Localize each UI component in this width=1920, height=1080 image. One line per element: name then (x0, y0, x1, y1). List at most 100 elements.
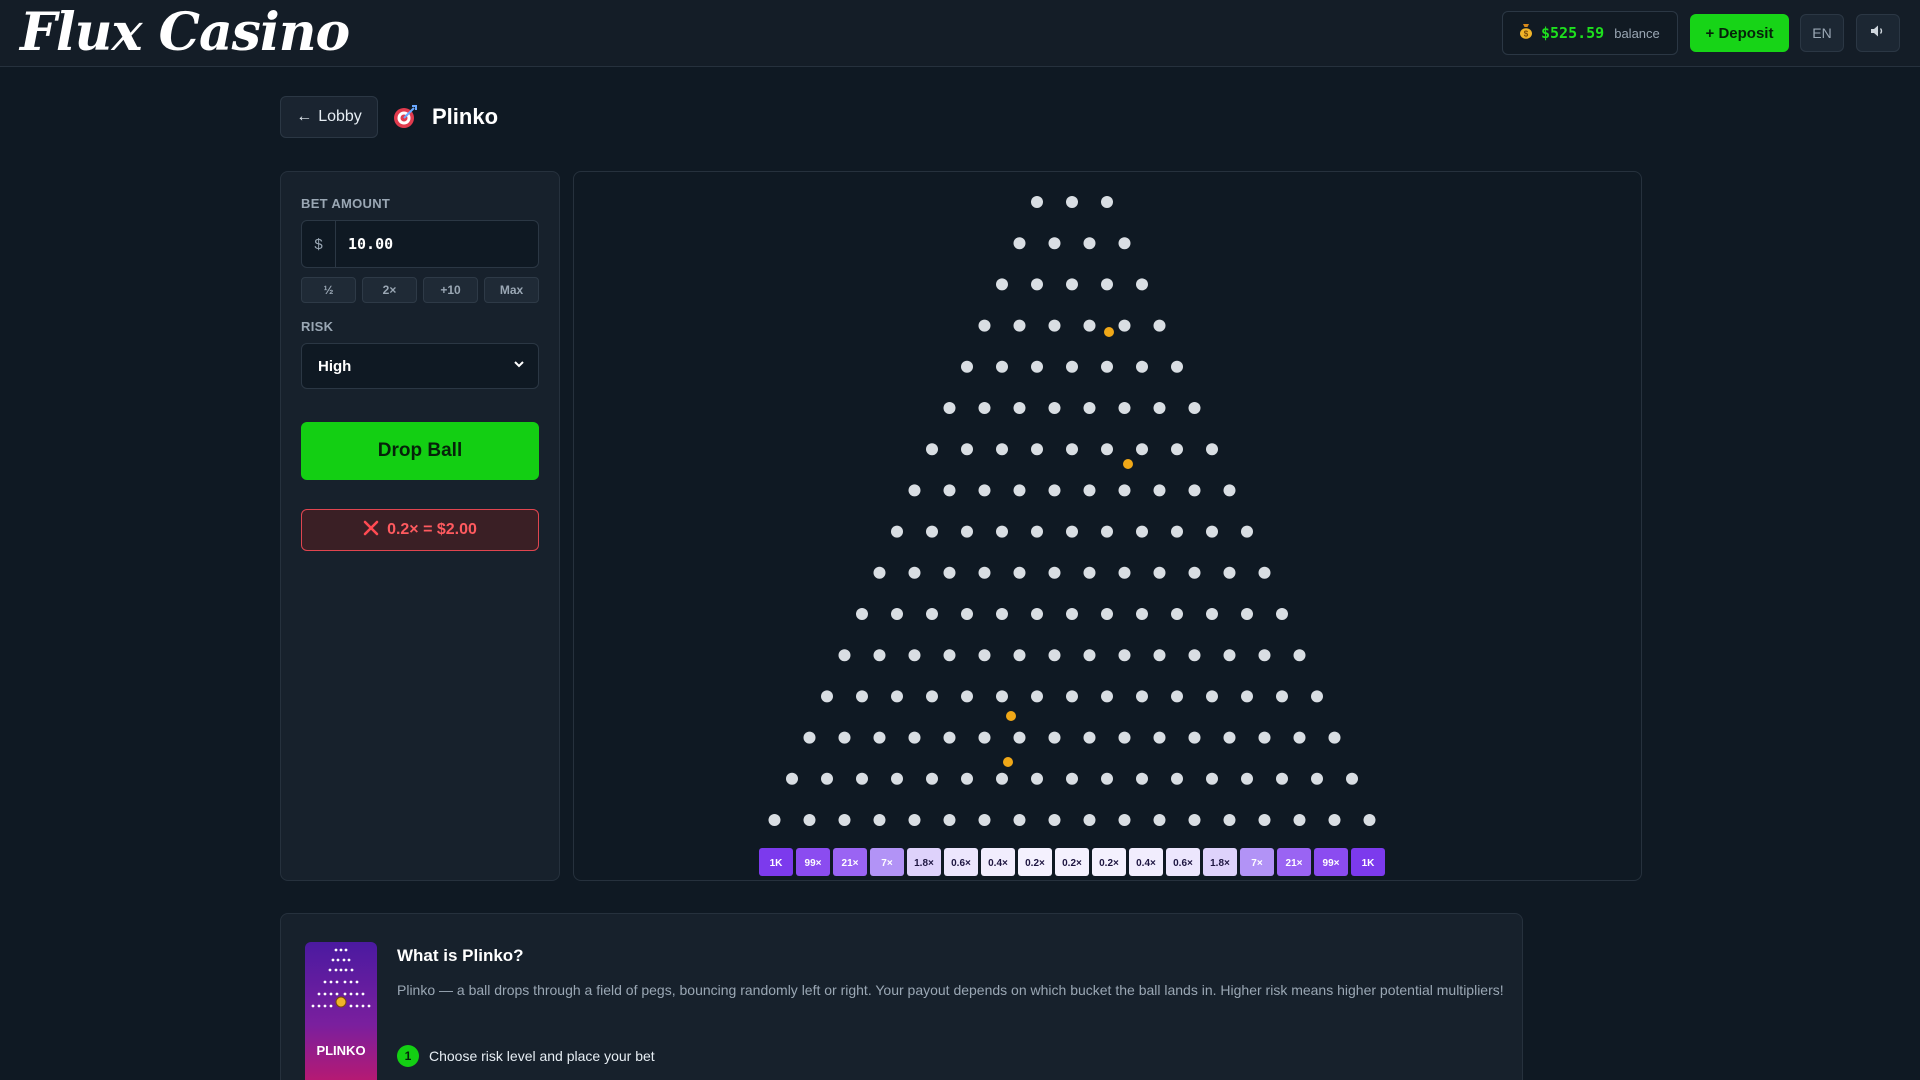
bucket-multiplier-label: 0.2× (1099, 858, 1119, 869)
bucket-multiplier-label: 21× (1286, 858, 1303, 869)
peg (821, 772, 833, 785)
peg (961, 690, 973, 703)
peg (1031, 690, 1043, 703)
step-number: 1 (397, 1045, 419, 1067)
language-button[interactable]: EN (1800, 14, 1844, 52)
peg (943, 649, 956, 662)
peg (1136, 525, 1148, 538)
peg (908, 731, 921, 744)
peg (1223, 731, 1236, 744)
peg (908, 566, 921, 579)
peg (1153, 814, 1166, 826)
peg (1101, 196, 1113, 208)
risk-select[interactable]: High (301, 343, 539, 389)
peg (1223, 566, 1236, 579)
money-bag-icon: $ (1519, 23, 1533, 43)
peg (996, 525, 1008, 538)
peg (1136, 443, 1148, 456)
peg (961, 360, 973, 373)
step-text: Choose risk level and place your bet (429, 1048, 655, 1064)
peg (908, 814, 921, 826)
peg (1013, 319, 1026, 332)
peg (1083, 731, 1096, 744)
peg (1171, 443, 1183, 456)
peg (1328, 731, 1341, 744)
peg (1206, 772, 1218, 785)
bucket-multiplier-label: 1.8× (1210, 858, 1230, 869)
half-bet-button[interactable]: ½ (301, 277, 356, 303)
peg (1013, 566, 1026, 579)
thumbnail-pegs (311, 948, 371, 1008)
double-bet-button[interactable]: 2× (362, 277, 417, 303)
peg (1083, 814, 1096, 826)
ball (1006, 711, 1016, 721)
peg (1153, 484, 1166, 497)
peg (1188, 814, 1201, 826)
plinko-board: 1K 99× 21× 7× 1.8× 0.6× 0.4× 0.2× 0.2× 0.2× 0.4× 0.… (573, 171, 1642, 881)
peg (1171, 690, 1183, 703)
sound-toggle-button[interactable] (1856, 14, 1900, 52)
peg (908, 484, 921, 497)
peg (1363, 814, 1376, 826)
peg (996, 443, 1008, 456)
peg (1101, 608, 1113, 620)
peg (1346, 772, 1358, 785)
peg (1276, 608, 1288, 620)
peg (1013, 484, 1026, 497)
peg (1188, 402, 1201, 414)
peg (1188, 484, 1201, 497)
bucket-multiplier-label: 0.2× (1062, 858, 1082, 869)
peg (1153, 402, 1166, 414)
peg (891, 608, 903, 620)
peg (996, 772, 1008, 785)
peg (1083, 402, 1096, 414)
logo[interactable]: Flux Casino (20, 2, 350, 64)
add-ten-button[interactable]: +10 (423, 277, 478, 303)
peg (1101, 772, 1113, 785)
peg (1101, 443, 1113, 456)
plinko-board-svg: 1K 99× 21× 7× 1.8× 0.6× 0.4× 0.2× 0.2× 0.2× 0.4× 0.… (759, 196, 1385, 876)
info-description: Plinko — a ball drops through a field of… (397, 982, 1504, 998)
peg (961, 443, 973, 456)
peg (1048, 566, 1061, 579)
game-info-section: PLINKO What is Plinko? Plinko — a ball d… (280, 913, 1523, 1080)
peg (1171, 772, 1183, 785)
speaker-icon (1870, 24, 1886, 43)
peg (978, 649, 991, 662)
peg (1013, 649, 1026, 662)
peg (1223, 484, 1236, 497)
bucket-multiplier-label: 0.4× (988, 858, 1008, 869)
peg (943, 814, 956, 826)
peg (1206, 690, 1218, 703)
deposit-button[interactable]: + Deposit (1690, 14, 1789, 52)
max-bet-button[interactable]: Max (484, 277, 539, 303)
back-to-lobby-button[interactable]: ← Lobby (280, 96, 378, 138)
peg (856, 690, 868, 703)
peg (1066, 278, 1078, 291)
peg (996, 360, 1008, 373)
bet-amount-input[interactable] (336, 221, 538, 267)
bet-amount-label: BET AMOUNT (301, 196, 391, 211)
peg (1241, 608, 1253, 620)
last-result-text: 0.2× = $2.00 (387, 521, 477, 538)
peg (803, 814, 816, 826)
peg (1171, 608, 1183, 620)
peg (1258, 649, 1271, 662)
peg (1136, 608, 1148, 620)
peg (1118, 319, 1131, 332)
peg (1188, 649, 1201, 662)
peg (891, 772, 903, 785)
peg (1258, 731, 1271, 744)
lobby-label: Lobby (318, 108, 362, 125)
peg (1153, 731, 1166, 744)
peg (1206, 525, 1218, 538)
last-result-badge: 0.2× = $2.00 (301, 509, 539, 551)
peg (943, 484, 956, 497)
peg (1293, 731, 1306, 744)
peg (1206, 443, 1218, 456)
drop-ball-button[interactable]: Drop Ball (301, 422, 539, 480)
peg (1083, 484, 1096, 497)
bucket-multiplier-label: 1.8× (914, 858, 934, 869)
arrow-left-icon: ← (296, 108, 313, 125)
peg (1083, 566, 1096, 579)
